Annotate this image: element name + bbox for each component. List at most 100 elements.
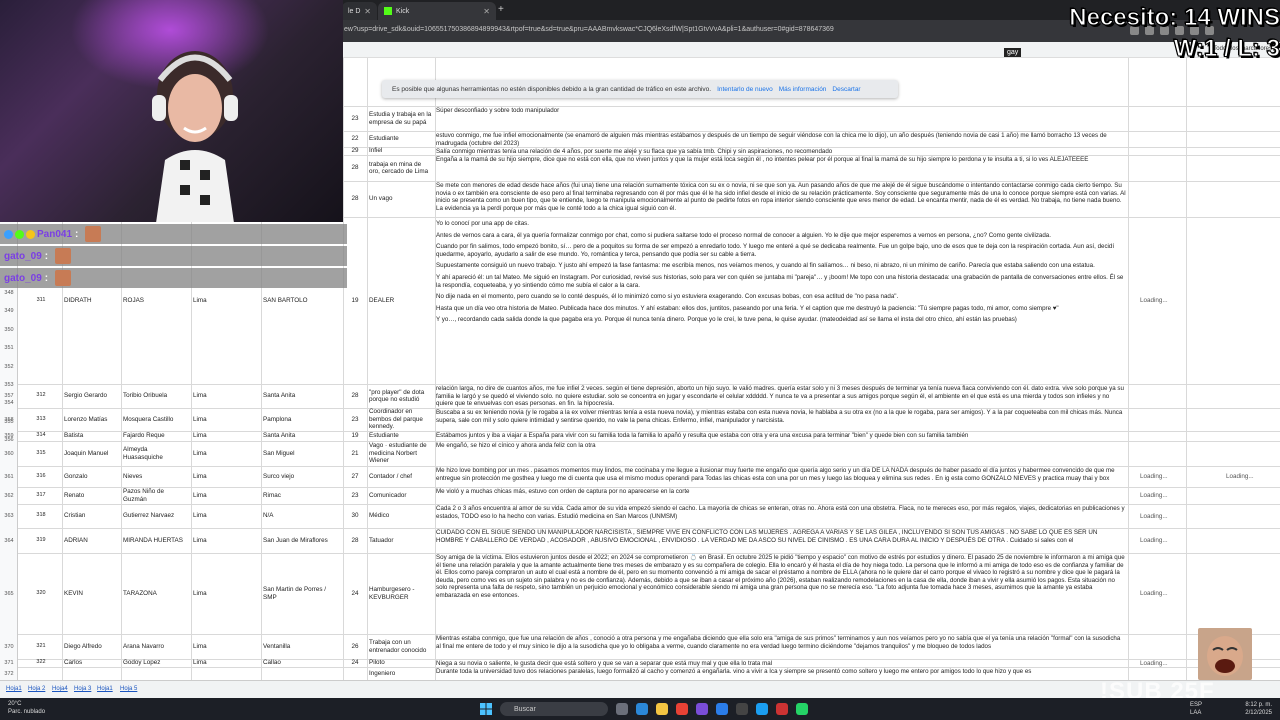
occupation-cell[interactable]: Ingeniero [369,667,433,680]
occupation-cell[interactable]: Un vago [369,181,433,217]
age-cell[interactable]: 21 [345,441,365,466]
row-number[interactable]: 362 [0,487,18,504]
row-number[interactable]: 365 [0,553,18,634]
name-cell[interactable]: Batista [64,431,119,441]
id-cell[interactable]: 314 [22,431,60,441]
lastname-cell[interactable]: TARAZONA [123,553,189,634]
lastname-cell[interactable]: Toribio Oribuela [123,384,189,408]
new-tab-icon[interactable]: + [498,4,504,15]
row-number[interactable]: 363 [0,504,18,528]
age-cell[interactable]: 26 [345,634,365,659]
more-info-link[interactable]: Más información [779,86,827,93]
name-cell[interactable]: ADRIAN [64,528,119,553]
app-icon[interactable] [736,703,748,715]
name-cell[interactable]: Sergio Gerardo [64,384,119,408]
occupation-cell[interactable]: Trabaja con un entrenador conocido [369,634,433,659]
district-cell[interactable]: N/A [263,504,341,528]
name-cell[interactable] [64,667,119,680]
description-cell[interactable]: CUIDADO CON EL SIGUE SIENDO UN MANIPULAD… [436,529,1126,554]
sheet-tab[interactable]: Hoja 5 [120,686,137,692]
description-cell[interactable]: Engaña a la mamá de su hijo siempre, dic… [436,156,1126,182]
city-cell[interactable]: Lima [193,487,259,504]
row-number[interactable]: 361 [0,466,18,487]
lastname-cell[interactable]: Mosquera Castillo [123,408,189,431]
row-number[interactable]: 350 [0,327,18,333]
description-cell[interactable]: Durante toda la universidad tuvo dos rel… [436,668,1126,680]
row-number[interactable]: 364 [0,528,18,553]
sheet-tab[interactable]: Hoja1 [97,686,113,692]
lastname-cell[interactable]: Gutierrez Narvaez [123,504,189,528]
clock[interactable]: 8:12 p. m. 2/12/2025 [1245,701,1272,717]
id-cell[interactable]: 317 [22,487,60,504]
age-cell[interactable] [345,667,365,680]
district-cell[interactable]: Pamplona [263,408,341,431]
dismiss-link[interactable]: Descartar [832,86,860,93]
row-number[interactable]: 349 [0,308,18,314]
occupation-cell[interactable]: Estudia y trabaja en la empresa de su pa… [369,106,433,131]
district-cell[interactable] [263,667,341,680]
language-indicator[interactable]: ESP LAA [1190,701,1202,717]
age-cell[interactable]: 29 [345,147,365,155]
occupation-cell[interactable]: trabaja en mina de oro, cercado de Lima [369,155,433,181]
district-cell[interactable]: Rimac [263,487,341,504]
occupation-cell[interactable]: Piloto [369,659,433,667]
district-cell[interactable]: San Miguel [263,441,341,466]
lastname-cell[interactable]: MIRANDA HUERTAS [123,528,189,553]
district-cell[interactable]: Ventanilla [263,634,341,659]
city-cell[interactable] [193,667,259,680]
row-number[interactable]: 351 [0,345,18,351]
age-cell[interactable]: 27 [345,466,365,487]
browser-tab-sheets[interactable]: le D ✕ [342,2,377,20]
occupation-cell[interactable]: Infiel [369,147,433,155]
close-icon[interactable]: ✕ [483,7,490,16]
name-cell[interactable]: Diego Alfredo [64,634,119,659]
district-cell[interactable]: Santa Anita [263,431,341,441]
sheet-tab[interactable]: Hoja4 [52,686,68,692]
district-cell[interactable]: Santa Anita [263,384,341,408]
id-cell[interactable]: 320 [22,553,60,634]
age-cell[interactable]: 28 [345,155,365,181]
whatsapp-icon[interactable] [796,703,808,715]
occupation-cell[interactable]: Hamburgesero - KEVBURGER [369,553,433,634]
occupation-cell[interactable]: Estudiante [369,131,433,147]
city-cell[interactable]: Lima [193,528,259,553]
occupation-cell[interactable]: Estudiante [369,431,433,441]
description-cell[interactable]: estuvo conmigo, me fue infiel emocionalm… [436,132,1126,148]
taskbar-search[interactable]: Buscar [500,702,608,716]
occupation-cell[interactable]: "pro player" de dota porque no estudió [369,384,433,408]
description-cell[interactable]: Soy amiga de la víctima. Ellos estuviero… [436,554,1126,635]
age-cell[interactable]: 28 [345,528,365,553]
lastname-cell[interactable]: Almeyda Huasasquiche [123,441,189,466]
district-cell[interactable]: San Juan de Miraflores [263,528,341,553]
sheet-tab[interactable]: Hoja1 [6,686,22,692]
city-cell[interactable]: Lima [193,659,259,667]
browser-tab-kick[interactable]: Kick ✕ [378,2,496,20]
name-cell[interactable]: Joaquin Manuel [64,441,119,466]
description-cell[interactable]: Salía conmigo mientras tenía una relació… [436,148,1126,156]
city-cell[interactable]: Lima [193,431,259,441]
row-number[interactable]: 352 [0,364,18,370]
row-number[interactable]: 359 [0,431,18,441]
occupation-cell[interactable]: Coordinador en bembos del parque kennedy… [369,408,433,431]
description-cell[interactable]: Me hizo love bombing por un mes . pasamo… [436,467,1126,488]
name-cell[interactable]: Gonzalo [64,466,119,487]
city-cell[interactable]: Lima [193,553,259,634]
description-cell[interactable]: Súper desconfiado y sobre todo manipulad… [436,107,1126,132]
description-cell[interactable]: relación larga, no dire de cuantos años,… [436,385,1126,409]
name-cell[interactable]: Renato [64,487,119,504]
row-number[interactable]: 370 [0,634,18,659]
app-icon[interactable] [696,703,708,715]
age-cell[interactable]: 30 [345,504,365,528]
district-cell[interactable]: Surco viejo [263,466,341,487]
id-cell[interactable]: 312 [22,384,60,408]
description-cell[interactable]: Yo lo conocí por una app de citas. Antes … [436,220,1126,386]
occupation-cell[interactable]: Contador / chef [369,466,433,487]
lastname-cell[interactable]: Arana Navarro [123,634,189,659]
district-cell[interactable]: San Martin de Porres / SMP [263,553,341,634]
id-cell[interactable]: 313 [22,408,60,431]
age-cell[interactable]: 19 [345,297,365,304]
lastname-cell[interactable]: Fajardo Reque [123,431,189,441]
id-cell[interactable]: 316 [22,466,60,487]
occupation-cell[interactable]: DEALER [369,297,433,304]
name-cell[interactable]: Cristian [64,504,119,528]
